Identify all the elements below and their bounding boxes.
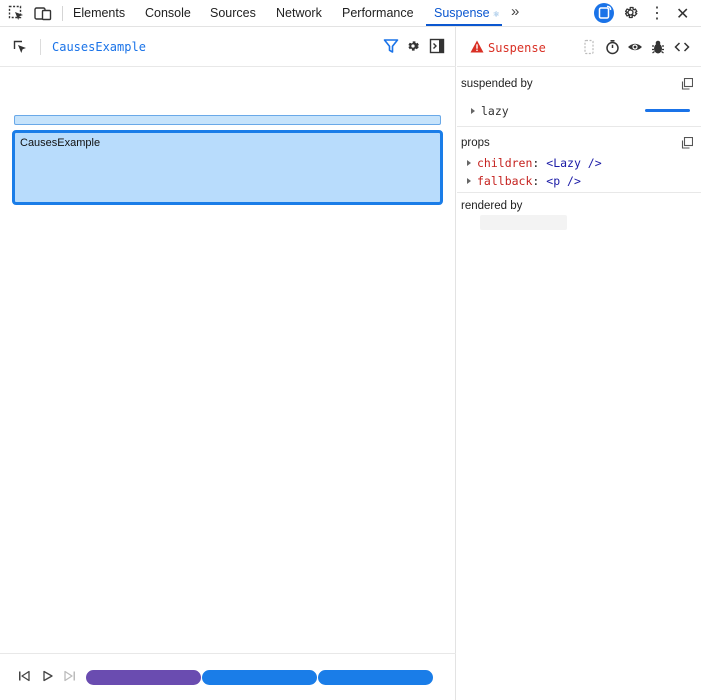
copy-icon[interactable] bbox=[681, 77, 694, 95]
settings-gear-icon[interactable] bbox=[405, 38, 421, 59]
prop-key: fallback bbox=[477, 174, 533, 188]
react-atom-icon: ⚛ bbox=[492, 10, 500, 19]
toggle-sidebar-icon[interactable] bbox=[429, 38, 445, 59]
prop-row[interactable]: children: <Lazy /> bbox=[467, 156, 602, 170]
timeline-segment[interactable] bbox=[202, 670, 317, 685]
play-icon[interactable] bbox=[41, 669, 55, 688]
active-tab-indicator bbox=[426, 24, 502, 26]
prop-row[interactable]: fallback: <p /> bbox=[467, 174, 581, 188]
tab-sources[interactable]: Sources bbox=[210, 6, 256, 20]
stopwatch-icon[interactable] bbox=[605, 39, 620, 60]
settings-gear-icon[interactable] bbox=[622, 4, 639, 26]
tab-performance[interactable]: Performance bbox=[342, 6, 414, 20]
suspense-timeline bbox=[0, 653, 456, 700]
tab-console[interactable]: Console bbox=[145, 6, 191, 20]
timeline-segment[interactable] bbox=[86, 670, 201, 685]
prop-value: <p /> bbox=[546, 174, 581, 188]
toolbar-separator bbox=[62, 6, 63, 21]
view-source-icon[interactable] bbox=[674, 39, 690, 60]
suspended-by-item[interactable]: lazy bbox=[471, 104, 509, 118]
expand-triangle-icon[interactable] bbox=[467, 160, 471, 166]
props-section: props children: <Lazy /> fallback: <p /> bbox=[457, 127, 701, 193]
expand-triangle-icon[interactable] bbox=[471, 108, 475, 114]
boundary-label: CausesExample bbox=[20, 137, 101, 149]
devtools-top-bar: Elements Console Sources Network Perform… bbox=[0, 0, 701, 27]
device-toolbar-icon[interactable] bbox=[34, 5, 52, 22]
prop-key: children bbox=[477, 156, 533, 170]
tab-suspense[interactable]: Suspense ⚛ bbox=[434, 6, 500, 20]
prop-value: <Lazy /> bbox=[546, 156, 602, 170]
toolbar-separator bbox=[40, 39, 41, 55]
react-devtools-badge-icon[interactable] bbox=[594, 3, 614, 23]
suspended-by-item-label: lazy bbox=[481, 104, 509, 118]
suspense-boundary-rect-selected[interactable]: CausesExample bbox=[12, 130, 443, 205]
suspended-by-section: suspended by lazy bbox=[457, 67, 701, 127]
eye-icon[interactable] bbox=[627, 39, 643, 60]
suspended-by-heading: suspended by bbox=[461, 78, 533, 90]
bug-icon[interactable] bbox=[651, 39, 665, 60]
suspend-toggle-icon[interactable] bbox=[583, 39, 595, 60]
suspense-toolbar: CausesExample bbox=[0, 27, 456, 67]
expand-triangle-icon[interactable] bbox=[467, 178, 471, 184]
inspected-element-pane: Suspense suspended by lazy props childre… bbox=[457, 27, 701, 700]
root-selector[interactable]: CausesExample bbox=[52, 40, 146, 54]
skip-previous-icon[interactable] bbox=[17, 669, 31, 688]
more-tabs-button[interactable]: » bbox=[511, 3, 519, 20]
rendered-by-placeholder bbox=[480, 215, 567, 230]
more-options-icon[interactable]: ⋮ bbox=[649, 3, 665, 23]
tab-network[interactable]: Network bbox=[276, 6, 322, 20]
select-element-icon[interactable] bbox=[12, 39, 28, 60]
rendered-by-heading: rendered by bbox=[461, 200, 523, 212]
inspect-element-icon[interactable] bbox=[8, 5, 25, 22]
copy-icon[interactable] bbox=[681, 136, 694, 154]
inspected-title: Suspense bbox=[488, 41, 546, 55]
warning-icon bbox=[470, 40, 484, 58]
filter-icon[interactable] bbox=[383, 38, 399, 59]
props-heading: props bbox=[461, 137, 490, 149]
tab-suspense-label: Suspense bbox=[434, 6, 490, 20]
inspected-header: Suspense bbox=[457, 27, 701, 67]
prop-separator: : bbox=[532, 156, 540, 170]
close-devtools-icon[interactable]: ✕ bbox=[676, 4, 689, 24]
timeline-segment[interactable] bbox=[318, 670, 433, 685]
suspense-duration-bar bbox=[645, 109, 690, 112]
skip-next-icon[interactable] bbox=[63, 669, 77, 688]
suspense-boundary-rect[interactable] bbox=[14, 115, 441, 125]
suspense-tree-pane: CausesExample CausesExample bbox=[0, 27, 456, 700]
tab-elements[interactable]: Elements bbox=[73, 6, 125, 20]
prop-separator: : bbox=[532, 174, 540, 188]
